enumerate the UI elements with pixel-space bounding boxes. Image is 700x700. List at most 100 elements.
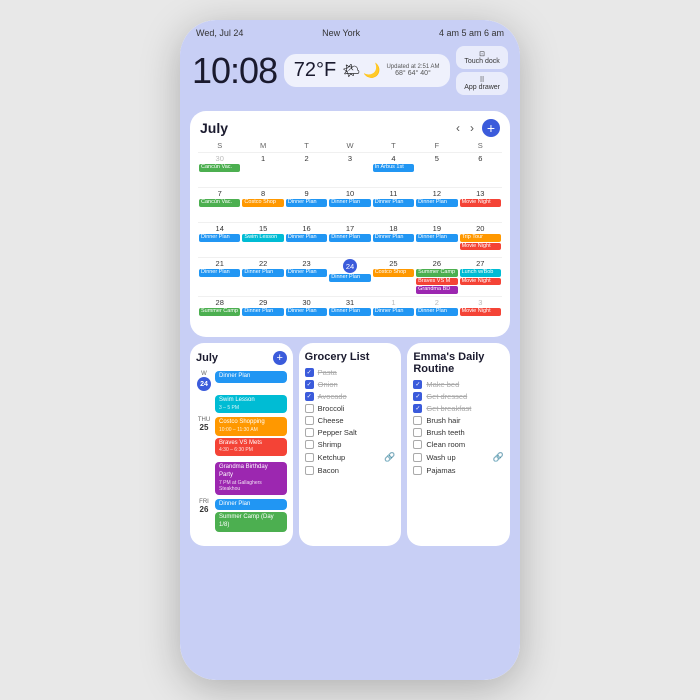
day-badge: W 24 xyxy=(196,371,212,391)
grocery-checkbox[interactable] xyxy=(305,466,314,475)
july-day-group: Grandma Birthday Party 7 PM at Gallagher… xyxy=(196,462,287,495)
cal-event: Dinner Plan xyxy=(242,269,283,277)
cal-cell: 8Costco Shop xyxy=(241,188,284,222)
routine-checkbox[interactable] xyxy=(413,416,422,425)
cal-add-event-btn[interactable]: + xyxy=(482,119,500,137)
grocery-checkbox[interactable] xyxy=(305,380,314,389)
cal-cell: 17Dinner Plan xyxy=(328,223,371,257)
times-label: 4 am 5 am 6 am xyxy=(439,28,504,38)
grocery-checkbox[interactable] xyxy=(305,453,314,462)
grocery-checkbox[interactable] xyxy=(305,368,314,377)
cal-event: Braves VS M xyxy=(416,278,457,286)
grocery-label: Cheese xyxy=(318,416,344,425)
cal-cell: 2 xyxy=(285,153,328,187)
routine-item: Get breakfast xyxy=(413,404,504,413)
top-right-icons: ⊡ Touch dock ⠿ App drawer xyxy=(456,46,508,95)
july-event: Swim Lesson 3 – 5 PM xyxy=(215,395,287,413)
routine-checkbox[interactable] xyxy=(413,380,422,389)
cal-event: Dinner Plan xyxy=(416,234,457,242)
bottom-widgets: July + W 24 Dinner Plan xyxy=(190,343,510,546)
routine-title: Emma's Daily Routine xyxy=(413,351,504,375)
cal-cell: 31Dinner Plan xyxy=(328,297,371,331)
cal-event: Grandma BD xyxy=(416,286,457,294)
cal-cell: 1 xyxy=(241,153,284,187)
july-event-time: 3 – 5 PM xyxy=(219,405,283,412)
day-badge: Thu 25 xyxy=(196,417,212,432)
routine-item: Brush teeth xyxy=(413,428,504,437)
routine-checkbox[interactable] xyxy=(413,428,422,437)
cal-cell: 12Dinner Plan xyxy=(415,188,458,222)
cal-cell: 6 xyxy=(459,153,502,187)
july-header: July + xyxy=(196,351,287,365)
routine-checkbox[interactable] xyxy=(413,392,422,401)
cal-cell: 1Dinner Plan xyxy=(372,297,415,331)
routine-item: Brush hair xyxy=(413,416,504,425)
routine-checkbox[interactable] xyxy=(413,466,422,475)
app-drawer-btn[interactable]: ⠿ App drawer xyxy=(456,72,508,95)
routine-label: Make bed xyxy=(426,380,459,389)
routine-label: Wash up xyxy=(426,453,455,462)
july-event: Summer Camp (Day 1/8) xyxy=(215,512,287,532)
grocery-checkbox[interactable] xyxy=(305,404,314,413)
cal-cell: 10Dinner Plan xyxy=(328,188,371,222)
routine-item: Clean room xyxy=(413,440,504,449)
status-bar: Wed, Jul 24 New York 4 am 5 am 6 am xyxy=(180,20,520,42)
cal-cell: 9Dinner Plan xyxy=(285,188,328,222)
cal-event: Dinner Plan xyxy=(329,199,370,207)
weather-icons: 🌤 🌙 xyxy=(342,62,380,79)
cal-cell: 16Dinner Plan xyxy=(285,223,328,257)
grocery-item: Ketchup 🔗 xyxy=(305,452,396,463)
cal-cell: 30Cancún Vac. xyxy=(198,153,241,187)
cal-event: Dinner Plan xyxy=(373,199,414,207)
grocery-checkbox[interactable] xyxy=(305,440,314,449)
july-day-group: Swim Lesson 3 – 5 PM xyxy=(196,395,287,413)
cal-prev-btn[interactable]: ‹ xyxy=(454,121,462,135)
routine-checkbox[interactable] xyxy=(413,404,422,413)
cal-event: Dinner Plan xyxy=(286,234,327,242)
routine-checkbox[interactable] xyxy=(413,453,422,462)
touch-dock-btn[interactable]: ⊡ Touch dock xyxy=(456,46,507,69)
cal-cell: 21Dinner Plan xyxy=(198,258,241,296)
cal-event: Cancún Vac. xyxy=(199,199,240,207)
july-day-label: Fri 26 Dinner Plan Summer Camp (Day 1/8) xyxy=(196,499,287,534)
touch-dock-label: Touch dock xyxy=(464,58,499,65)
july-day-group: Fri 26 Dinner Plan Summer Camp (Day 1/8) xyxy=(196,499,287,534)
cal-week-1: 30Cancún Vac. 1 2 3 4In Arbus 1st 5 6 xyxy=(198,152,502,187)
cal-cell: 20Trip TourMovie Night xyxy=(459,223,502,257)
cal-event: Lunch w/Bob xyxy=(460,269,501,277)
clock-weather-row: 10:08 72°F 🌤 🌙 Updated at 2:51 AM 68° 64… xyxy=(192,46,508,95)
routine-checkbox[interactable] xyxy=(413,440,422,449)
grocery-checkbox[interactable] xyxy=(305,416,314,425)
routine-label: Get breakfast xyxy=(426,404,471,413)
grocery-ext-icon[interactable]: 🔗 xyxy=(384,452,395,463)
phone-frame: Wed, Jul 24 New York 4 am 5 am 6 am 10:0… xyxy=(180,20,520,680)
cal-event: Summer Camp xyxy=(199,308,240,316)
cal-event: Costco Shop xyxy=(242,199,283,207)
cal-event: Dinner Plan xyxy=(199,269,240,277)
grocery-item: Pepper Salt xyxy=(305,428,396,437)
weather-widget[interactable]: 72°F 🌤 🌙 Updated at 2:51 AM 68° 64° 40° xyxy=(284,54,450,87)
grocery-label: Onion xyxy=(318,380,338,389)
july-day-label: W 24 Dinner Plan xyxy=(196,371,287,391)
cal-event: In Arbus 1st xyxy=(373,164,414,172)
cal-week-2: 7Cancún Vac. 8Costco Shop 9Dinner Plan 1… xyxy=(198,187,502,222)
routine-label: Get dressed xyxy=(426,392,467,401)
grocery-item: Pasta xyxy=(305,368,396,377)
grocery-checkbox[interactable] xyxy=(305,428,314,437)
cal-cell: 26Summer CampBraves VS MGrandma BD xyxy=(415,258,458,296)
cal-cell: 3 xyxy=(328,153,371,187)
cal-days-header: S M T W T F S xyxy=(198,141,502,150)
july-event-time: 7 PM at Gallaghers Steakhou xyxy=(219,480,283,493)
cal-event: Dinner Plan xyxy=(242,308,283,316)
july-add-btn[interactable]: + xyxy=(273,351,287,365)
cal-event: Dinner Plan xyxy=(416,199,457,207)
grocery-label: Pepper Salt xyxy=(318,428,357,437)
cal-event: Summer Camp xyxy=(416,269,457,277)
cal-cell: 13Movie Night xyxy=(459,188,502,222)
grocery-checkbox[interactable] xyxy=(305,392,314,401)
grocery-label: Ketchup xyxy=(318,453,346,462)
cal-event: Dinner Plan xyxy=(373,308,414,316)
cal-next-btn[interactable]: › xyxy=(468,121,476,135)
grocery-item: Onion xyxy=(305,380,396,389)
routine-ext-icon[interactable]: 🔗 xyxy=(493,452,504,463)
